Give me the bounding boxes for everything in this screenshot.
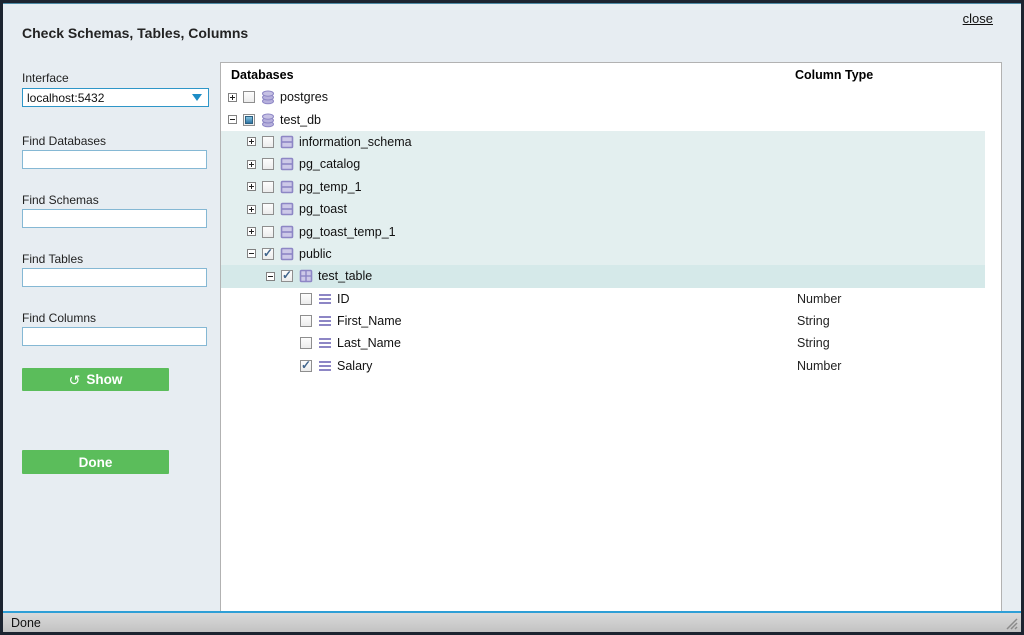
- schema-icon: [280, 225, 294, 239]
- tree-row-First_Name: First_Name String: [221, 310, 985, 332]
- expand-icon[interactable]: [247, 182, 256, 191]
- tree-row-public: ✓ public: [221, 243, 985, 265]
- checkbox-Salary[interactable]: ✓: [300, 360, 312, 372]
- column-type-value: String: [797, 336, 830, 350]
- node-label-postgres[interactable]: postgres: [280, 90, 328, 104]
- node-label-pg_temp_1[interactable]: pg_temp_1: [299, 180, 362, 194]
- close-link[interactable]: close: [963, 11, 993, 26]
- column-type-value: Number: [797, 359, 841, 373]
- check-icon: ✓: [263, 246, 273, 260]
- resize-grip-icon[interactable]: [1004, 616, 1018, 630]
- tree-row-test_table: ✓ test_table: [221, 265, 985, 287]
- checkbox-pg_temp_1[interactable]: [262, 181, 274, 193]
- done-button-label: Done: [79, 455, 113, 470]
- tree-row-test_db: test_db: [221, 108, 985, 130]
- node-label-Salary[interactable]: Salary: [337, 359, 372, 373]
- expand-icon[interactable]: [247, 227, 256, 236]
- column-icon: [318, 292, 332, 306]
- database-icon: [261, 113, 275, 127]
- node-label-information_schema[interactable]: information_schema: [299, 135, 412, 149]
- node-label-ID[interactable]: ID: [337, 292, 350, 306]
- checkbox-test_db[interactable]: [243, 114, 255, 126]
- status-text: Done: [11, 616, 41, 630]
- checkbox-First_Name[interactable]: [300, 315, 312, 327]
- column-type-value: Number: [797, 292, 841, 306]
- column-icon: [318, 314, 332, 328]
- checkbox-postgres[interactable]: [243, 91, 255, 103]
- interface-label: Interface: [22, 71, 69, 85]
- checkbox-pg_catalog[interactable]: [262, 158, 274, 170]
- node-label-public[interactable]: public: [299, 247, 332, 261]
- top-accent-line: [3, 3, 1021, 4]
- tree-row-pg_catalog: pg_catalog: [221, 153, 985, 175]
- schema-tree-panel: Databases Column Type postgres test_db i…: [220, 62, 1002, 612]
- expand-icon[interactable]: [247, 205, 256, 214]
- checkbox-test_table[interactable]: ✓: [281, 270, 293, 282]
- column-icon: [318, 359, 332, 373]
- databases-header: Databases: [231, 68, 294, 82]
- node-label-pg_catalog[interactable]: pg_catalog: [299, 157, 360, 171]
- schema-icon: [280, 247, 294, 261]
- check-icon: ✓: [301, 358, 311, 372]
- partial-check-icon: [245, 116, 253, 124]
- tree-row-pg_temp_1: pg_temp_1: [221, 176, 985, 198]
- tree-row-information_schema: information_schema: [221, 131, 985, 153]
- node-label-Last_Name[interactable]: Last_Name: [337, 336, 401, 350]
- checkbox-pg_toast[interactable]: [262, 203, 274, 215]
- tree-row-pg_toast: pg_toast: [221, 198, 985, 220]
- find-databases-input[interactable]: [22, 150, 207, 169]
- schema-icon: [280, 135, 294, 149]
- node-label-test_table[interactable]: test_table: [318, 269, 372, 283]
- checkbox-information_schema[interactable]: [262, 136, 274, 148]
- schema-icon: [280, 180, 294, 194]
- checkbox-Last_Name[interactable]: [300, 337, 312, 349]
- checkbox-ID[interactable]: [300, 293, 312, 305]
- checkbox-public[interactable]: ✓: [262, 248, 274, 260]
- chevron-down-icon: [192, 94, 202, 101]
- check-icon: ✓: [282, 268, 292, 282]
- tree-row-Salary: ✓ Salary Number: [221, 355, 985, 377]
- column-type-header: Column Type: [795, 68, 873, 82]
- dialog-title: Check Schemas, Tables, Columns: [22, 25, 248, 41]
- interface-select-value: localhost:5432: [23, 91, 192, 105]
- find-tables-input[interactable]: [22, 268, 207, 287]
- node-label-pg_toast_temp_1[interactable]: pg_toast_temp_1: [299, 225, 396, 239]
- tree-row-ID: ID Number: [221, 288, 985, 310]
- refresh-icon: ↺: [69, 373, 81, 387]
- node-label-pg_toast[interactable]: pg_toast: [299, 202, 347, 216]
- tree-row-pg_toast_temp_1: pg_toast_temp_1: [221, 220, 985, 242]
- collapse-icon[interactable]: [228, 115, 237, 124]
- collapse-icon[interactable]: [266, 272, 275, 281]
- collapse-icon[interactable]: [247, 249, 256, 258]
- check-schemas-dialog: Check Schemas, Tables, Columns close Int…: [0, 0, 1024, 635]
- find-schemas-label: Find Schemas: [22, 193, 99, 207]
- find-columns-input[interactable]: [22, 327, 207, 346]
- expand-icon[interactable]: [247, 160, 256, 169]
- table-icon: [299, 269, 313, 283]
- show-button[interactable]: ↺ Show: [22, 368, 169, 391]
- expand-icon[interactable]: [228, 93, 237, 102]
- schema-icon: [280, 157, 294, 171]
- checkbox-pg_toast_temp_1[interactable]: [262, 226, 274, 238]
- column-icon: [318, 336, 332, 350]
- find-columns-label: Find Columns: [22, 311, 96, 325]
- tree-rows: postgres test_db information_schema pg_c…: [221, 86, 1001, 377]
- column-type-value: String: [797, 314, 830, 328]
- database-icon: [261, 90, 275, 104]
- find-tables-label: Find Tables: [22, 252, 83, 266]
- show-button-label: Show: [86, 372, 122, 387]
- tree-row-Last_Name: Last_Name String: [221, 332, 985, 354]
- status-bar: Done: [3, 611, 1021, 632]
- find-databases-label: Find Databases: [22, 134, 106, 148]
- node-label-test_db[interactable]: test_db: [280, 113, 321, 127]
- node-label-First_Name[interactable]: First_Name: [337, 314, 402, 328]
- done-button[interactable]: Done: [22, 450, 169, 474]
- tree-row-postgres: postgres: [221, 86, 985, 108]
- interface-select[interactable]: localhost:5432: [22, 88, 209, 107]
- schema-icon: [280, 202, 294, 216]
- find-schemas-input[interactable]: [22, 209, 207, 228]
- expand-icon[interactable]: [247, 137, 256, 146]
